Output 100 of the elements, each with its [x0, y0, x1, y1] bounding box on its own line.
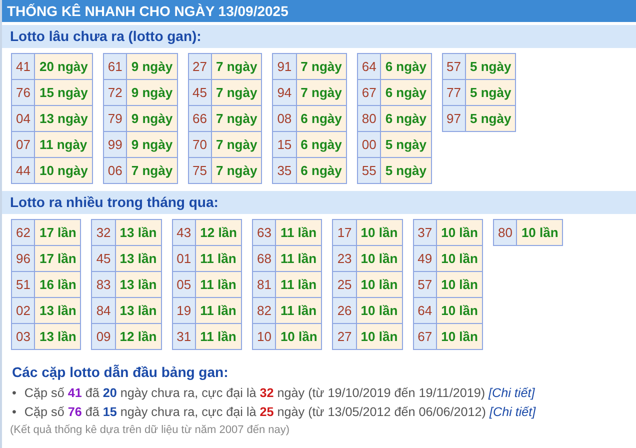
- number-cell: 61: [103, 54, 127, 80]
- number-cell: 80: [357, 106, 381, 132]
- count-cell: 16 lần: [34, 272, 81, 298]
- count-cell: 10 lần: [516, 220, 563, 246]
- number-cell: 84: [92, 298, 116, 324]
- number-cell: 01: [172, 246, 196, 272]
- section-heading: Lotto ra nhiều trong tháng qua:: [2, 191, 636, 214]
- number-cell: 96: [12, 246, 35, 272]
- count-cell: 7 ngày: [212, 106, 262, 132]
- number-cell: 64: [413, 298, 437, 324]
- count-cell: 12 lần: [115, 324, 162, 350]
- leaders-heading: Các cặp lotto dẫn đầu bảng gan:: [11, 363, 230, 382]
- number-cell: 06: [103, 158, 127, 184]
- count-cell: 10 lần: [436, 272, 482, 298]
- number-cell: 76: [12, 80, 35, 106]
- count-cell: 6 ngày: [380, 106, 432, 132]
- count-cell: 5 ngày: [380, 158, 432, 184]
- count-cell: 7 ngày: [296, 54, 346, 80]
- count-cell: 9 ngày: [126, 106, 178, 132]
- number-cell: 45: [188, 80, 212, 106]
- count-cell: 12 lần: [196, 220, 242, 246]
- number-cell: 81: [252, 272, 276, 298]
- number-cell: 04: [12, 106, 35, 132]
- count-cell: 13 lần: [34, 324, 81, 350]
- count-cell: 11 lần: [196, 298, 242, 324]
- number-cell: 49: [413, 246, 437, 272]
- page-title: THỐNG KÊ NHANH CHO NGÀY 13/09/2025: [2, 0, 636, 22]
- count-cell: 17 lần: [34, 220, 81, 246]
- count-cell: 5 ngày: [465, 80, 516, 106]
- number-cell: 23: [332, 246, 356, 272]
- count-cell: 17 lần: [34, 246, 81, 272]
- leader-sentence: Cặp số 41 đã 20 ngày chưa ra, cực đại là 32 ngày (từ 19/10/2019 đến 19/11/2019): [24, 386, 486, 400]
- number-cell: 57: [442, 54, 466, 80]
- number-cell: 26: [332, 298, 356, 324]
- count-cell: 11 lần: [196, 272, 242, 298]
- count-cell: 10 lần: [356, 298, 402, 324]
- count-cell: 11 lần: [276, 220, 322, 246]
- count-cell: 6 ngày: [380, 80, 432, 106]
- count-cell: 11 ngày: [34, 132, 92, 158]
- number-cell: 94: [272, 80, 296, 106]
- count-cell: 9 ngày: [126, 80, 178, 106]
- count-cell: 10 lần: [356, 272, 402, 298]
- number-cell: 72: [103, 80, 127, 106]
- number-cell: 64: [357, 54, 381, 80]
- count-cell: 10 lần: [356, 220, 402, 246]
- count-cell: 13 lần: [115, 246, 162, 272]
- number-cell: 41: [12, 54, 35, 80]
- number-cell: 02: [12, 298, 35, 324]
- count-cell: 11 lần: [196, 246, 242, 272]
- count-cell: 7 ngày: [212, 54, 262, 80]
- count-cell: 10 lần: [436, 220, 482, 246]
- number-cell: 51: [12, 272, 35, 298]
- count-cell: 5 ngày: [380, 132, 432, 158]
- number-cell: 97: [442, 106, 466, 132]
- count-cell: 11 lần: [276, 298, 322, 324]
- number-cell: 82: [252, 298, 276, 324]
- count-cell: 13 lần: [34, 298, 81, 324]
- number-cell: 77: [442, 80, 466, 106]
- number-cell: 80: [493, 220, 517, 246]
- count-cell: 6 ngày: [380, 54, 432, 80]
- number-cell: 03: [12, 324, 35, 350]
- count-cell: 15 ngày: [34, 80, 92, 106]
- count-cell: 7 ngày: [126, 158, 178, 184]
- bullet-mark: •: [12, 405, 16, 419]
- count-cell: 11 lần: [276, 272, 322, 298]
- count-cell: 6 ngày: [296, 158, 346, 184]
- count-cell: 7 ngày: [212, 158, 262, 184]
- count-cell: 5 ngày: [465, 54, 516, 80]
- number-cell: 83: [92, 272, 116, 298]
- count-cell: 20 ngày: [34, 54, 92, 80]
- detail-link[interactable]: [Chi tiết]: [489, 405, 536, 419]
- number-cell: 91: [272, 54, 296, 80]
- detail-link[interactable]: [Chi tiết]: [488, 386, 535, 400]
- number-cell: 99: [103, 132, 127, 158]
- number-cell: 19: [172, 298, 196, 324]
- number-cell: 55: [357, 158, 381, 184]
- count-cell: 10 lần: [356, 246, 402, 272]
- number-cell: 05: [172, 272, 196, 298]
- number-cell: 79: [103, 106, 127, 132]
- leader-sentence: Cặp số 76 đã 15 ngày chưa ra, cực đại là 25 ngày (từ 13/05/2012 đến 06/06/2012): [24, 405, 487, 419]
- number-cell: 27: [188, 54, 212, 80]
- count-cell: 6 ngày: [296, 106, 346, 132]
- count-cell: 10 lần: [276, 324, 322, 350]
- count-cell: 10 lần: [436, 324, 482, 350]
- footnote: (Kết quả thống kê dựa trên dữ liệu từ năm 2007 đến nay): [9, 423, 291, 438]
- count-cell: 13 lần: [115, 298, 162, 324]
- count-cell: 11 lần: [196, 324, 242, 350]
- number-cell: 57: [413, 272, 437, 298]
- count-cell: 10 ngày: [34, 158, 92, 184]
- number-cell: 10: [252, 324, 276, 350]
- number-cell: 27: [332, 324, 356, 350]
- number-cell: 45: [92, 246, 116, 272]
- number-cell: 68: [252, 246, 276, 272]
- number-cell: 67: [357, 80, 381, 106]
- count-cell: 5 ngày: [465, 106, 516, 132]
- section-heading: Lotto lâu chưa ra (lotto gan):: [2, 25, 636, 48]
- count-cell: 11 lần: [276, 246, 322, 272]
- count-cell: 9 ngày: [126, 54, 178, 80]
- count-cell: 7 ngày: [212, 80, 262, 106]
- number-cell: 09: [92, 324, 116, 350]
